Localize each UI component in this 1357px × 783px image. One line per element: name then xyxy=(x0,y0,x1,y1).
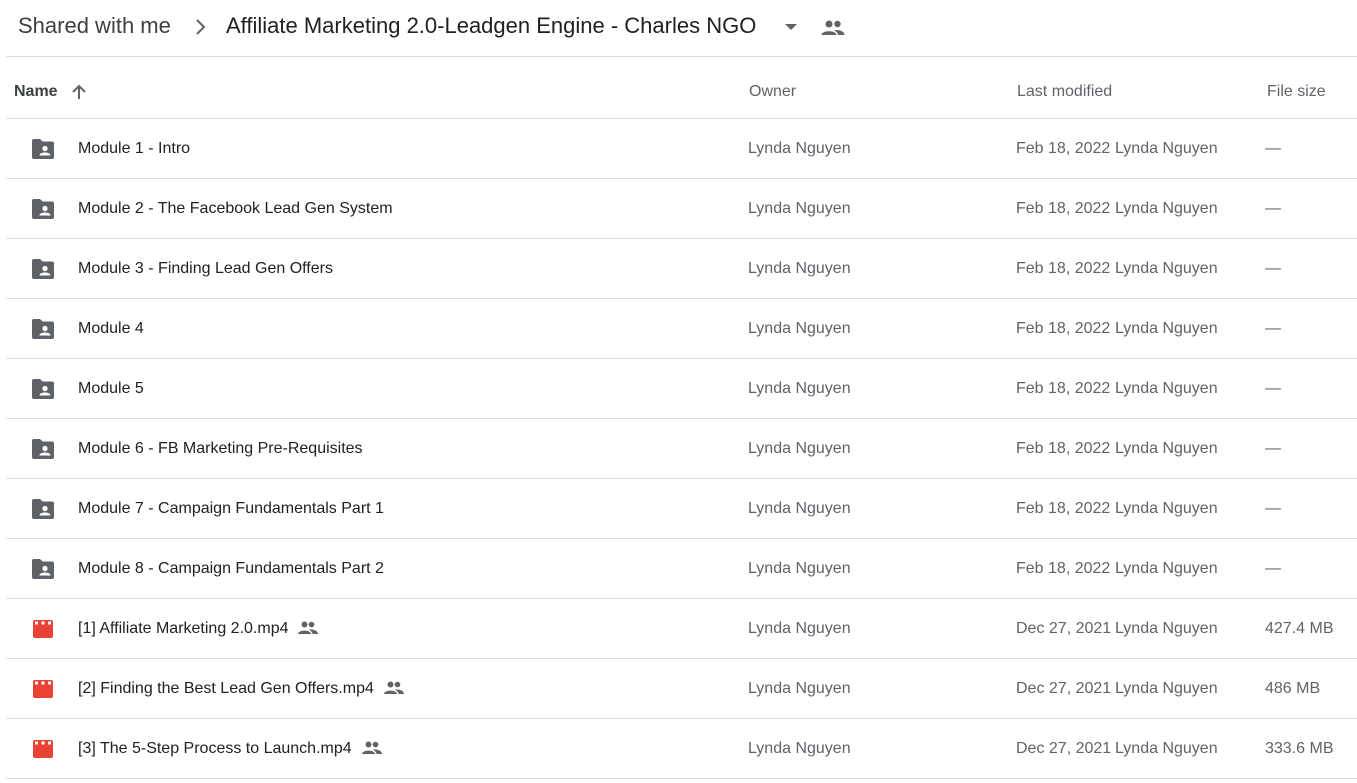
last-modified-by: Lynda Nguyen xyxy=(1115,380,1218,397)
shared-folder-icon xyxy=(32,259,54,279)
table-row[interactable]: Module 5 Lynda Nguyen Feb 18, 2022 Lynda Ng… xyxy=(6,359,1357,419)
file-size: — xyxy=(1265,260,1281,277)
file-rows: Module 1 - Intro Lynda Nguyen Feb 18, 2022… xyxy=(6,119,1357,779)
owner-name: Lynda Nguyen xyxy=(748,440,851,457)
last-modified-by: Lynda Nguyen xyxy=(1115,740,1218,757)
caret-down-icon[interactable] xyxy=(782,19,800,35)
file-name: [2] Finding the Best Lead Gen Offers.mp4 xyxy=(78,680,374,697)
table-row[interactable]: [2] Finding the Best Lead Gen Offers.mp4… xyxy=(6,659,1357,719)
file-name: Module 8 - Campaign Fundamentals Part 2 xyxy=(78,560,384,577)
last-modified-by: Lynda Nguyen xyxy=(1115,620,1218,637)
breadcrumb-shared-with-me[interactable]: Shared with me xyxy=(18,13,171,39)
table-row[interactable]: Module 1 - Intro Lynda Nguyen Feb 18, 2022… xyxy=(6,119,1357,179)
last-modified-date: Feb 18, 2022 xyxy=(1016,320,1111,337)
last-modified-date: Feb 18, 2022 xyxy=(1016,440,1111,457)
last-modified-date: Feb 18, 2022 xyxy=(1016,500,1111,517)
table-row[interactable]: Module 3 - Finding Lead Gen Offers Lynda … xyxy=(6,239,1357,299)
table-row[interactable]: [3] The 5-Step Process to Launch.mp4 Lynd… xyxy=(6,719,1357,779)
people-icon xyxy=(298,621,318,634)
owner-name: Lynda Nguyen xyxy=(748,320,851,337)
table-row[interactable]: Module 7 - Campaign Fundamentals Part 1 L… xyxy=(6,479,1357,539)
column-header-last-modified[interactable]: Last modified xyxy=(1017,83,1112,101)
shared-folder-icon xyxy=(32,199,54,219)
last-modified-by: Lynda Nguyen xyxy=(1115,140,1218,157)
file-name: Module 1 - Intro xyxy=(78,140,191,157)
column-header-owner[interactable]: Owner xyxy=(749,83,796,101)
table-row[interactable]: Module 8 - Campaign Fundamentals Part 2 L… xyxy=(6,539,1357,599)
video-file-icon xyxy=(33,620,53,638)
file-name: Module 3 - Finding Lead Gen Offers xyxy=(78,260,333,277)
file-size: — xyxy=(1265,500,1281,517)
table-row[interactable]: [1] Affiliate Marketing 2.0.mp4 Lynda Ngu… xyxy=(6,599,1357,659)
shared-folder-icon xyxy=(32,499,54,519)
last-modified-by: Lynda Nguyen xyxy=(1115,680,1218,697)
last-modified-by: Lynda Nguyen xyxy=(1115,440,1218,457)
file-size: — xyxy=(1265,200,1281,217)
last-modified-date: Dec 27, 2021 xyxy=(1016,740,1112,757)
video-file-icon xyxy=(33,740,53,758)
file-name: [1] Affiliate Marketing 2.0.mp4 xyxy=(78,620,289,637)
file-size: 486 MB xyxy=(1265,680,1321,697)
video-file-icon xyxy=(33,680,53,698)
owner-name: Lynda Nguyen xyxy=(748,500,851,517)
file-name: [3] The 5-Step Process to Launch.mp4 xyxy=(78,740,352,757)
file-size: — xyxy=(1265,320,1281,337)
file-size: — xyxy=(1265,380,1281,397)
file-name: Module 4 xyxy=(78,320,144,337)
last-modified-date: Feb 18, 2022 xyxy=(1016,380,1111,397)
file-name: Module 7 - Campaign Fundamentals Part 1 xyxy=(78,500,384,517)
last-modified-date: Feb 18, 2022 xyxy=(1016,140,1111,157)
last-modified-by: Lynda Nguyen xyxy=(1115,200,1218,217)
last-modified-by: Lynda Nguyen xyxy=(1115,500,1218,517)
last-modified-date: Feb 18, 2022 xyxy=(1016,200,1111,217)
column-header-row: Name Owner Last modified File size xyxy=(6,57,1357,119)
owner-name: Lynda Nguyen xyxy=(748,620,851,637)
last-modified-by: Lynda Nguyen xyxy=(1115,260,1218,277)
table-row[interactable]: Module 6 - FB Marketing Pre-Requisites Ly… xyxy=(6,419,1357,479)
arrow-up-icon[interactable] xyxy=(70,83,88,101)
owner-name: Lynda Nguyen xyxy=(748,260,851,277)
file-list: Name Owner Last modified File size Modul… xyxy=(6,57,1357,779)
file-size: — xyxy=(1265,140,1281,157)
owner-name: Lynda Nguyen xyxy=(748,140,851,157)
file-size: — xyxy=(1265,560,1281,577)
people-icon xyxy=(362,741,382,754)
last-modified-date: Dec 27, 2021 xyxy=(1016,680,1112,697)
shared-folder-icon xyxy=(32,559,54,579)
chevron-right-icon xyxy=(196,19,206,35)
file-size: 333.6 MB xyxy=(1265,740,1334,757)
column-header-name[interactable]: Name xyxy=(14,83,58,101)
owner-name: Lynda Nguyen xyxy=(748,200,851,217)
owner-name: Lynda Nguyen xyxy=(748,560,851,577)
shared-folder-icon xyxy=(32,439,54,459)
shared-folder-icon xyxy=(32,319,54,339)
owner-name: Lynda Nguyen xyxy=(748,680,851,697)
last-modified-date: Feb 18, 2022 xyxy=(1016,560,1111,577)
shared-folder-icon xyxy=(32,139,54,159)
file-size: 427.4 MB xyxy=(1265,620,1334,637)
table-row[interactable]: Module 4 Lynda Nguyen Feb 18, 2022 Lynda Ng… xyxy=(6,299,1357,359)
owner-name: Lynda Nguyen xyxy=(748,380,851,397)
people-icon xyxy=(384,681,404,694)
breadcrumb: Shared with me Affiliate Marketing 2.0-L… xyxy=(0,0,1357,56)
breadcrumb-current-folder[interactable]: Affiliate Marketing 2.0-Leadgen Engine -… xyxy=(226,13,756,39)
column-header-file-size[interactable]: File size xyxy=(1267,83,1326,101)
file-size: — xyxy=(1265,440,1281,457)
last-modified-date: Feb 18, 2022 xyxy=(1016,260,1111,277)
file-name: Module 2 - The Facebook Lead Gen System xyxy=(78,200,393,217)
file-name: Module 5 xyxy=(78,380,144,397)
last-modified-date: Dec 27, 2021 xyxy=(1016,620,1112,637)
people-icon[interactable] xyxy=(820,17,846,39)
table-row[interactable]: Module 2 - The Facebook Lead Gen System L… xyxy=(6,179,1357,239)
owner-name: Lynda Nguyen xyxy=(748,740,851,757)
shared-folder-icon xyxy=(32,379,54,399)
last-modified-by: Lynda Nguyen xyxy=(1115,560,1218,577)
file-name: Module 6 - FB Marketing Pre-Requisites xyxy=(78,440,363,457)
last-modified-by: Lynda Nguyen xyxy=(1115,320,1218,337)
